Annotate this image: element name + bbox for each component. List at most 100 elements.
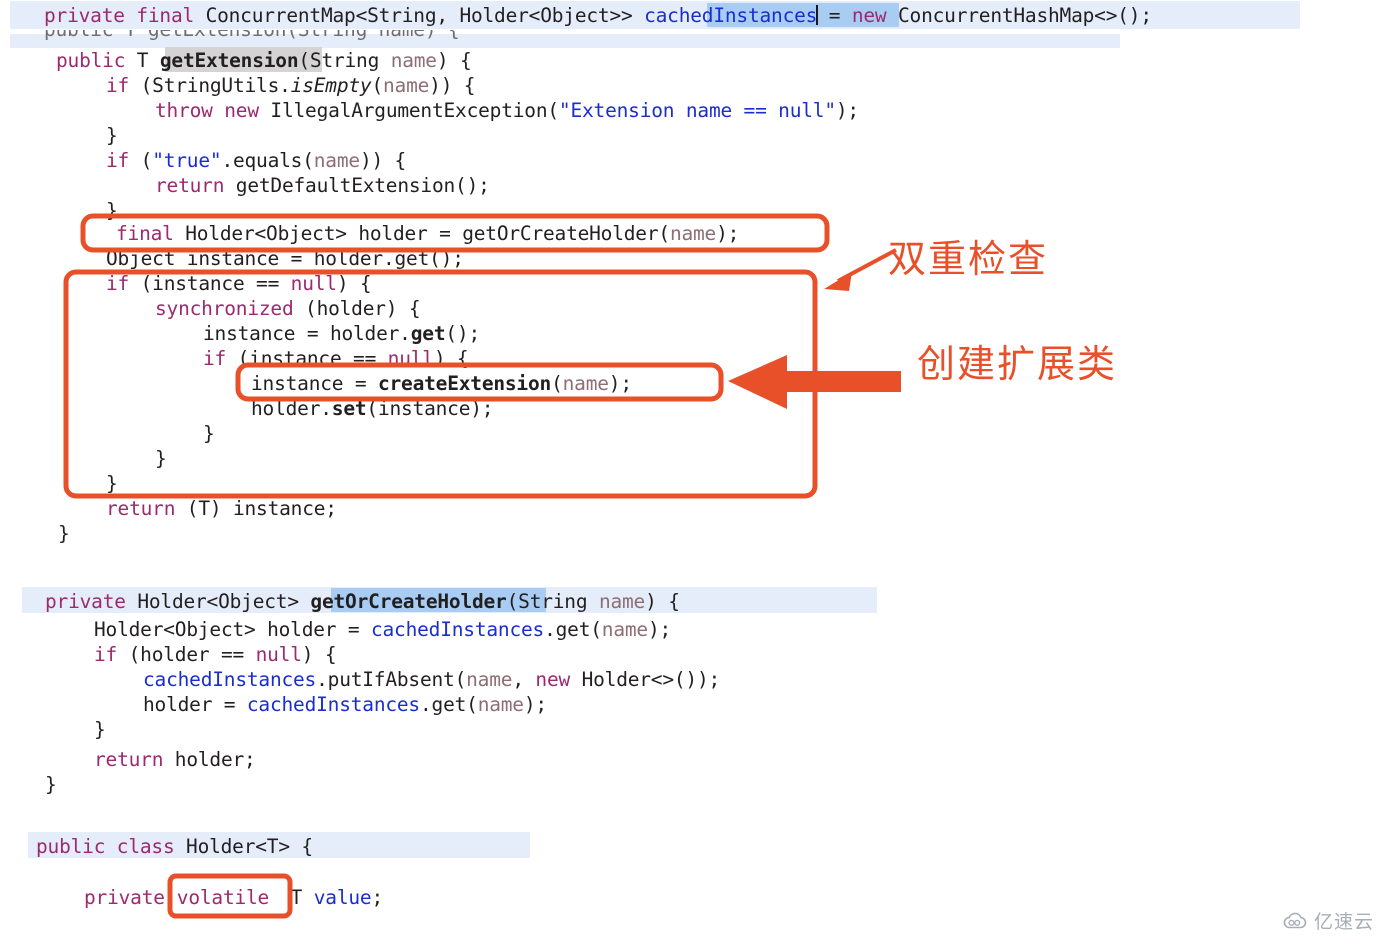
token-keyword-if: if: [106, 74, 130, 97]
token-method-isempty: isEmpty: [290, 74, 372, 97]
watermark: 亿速云: [1282, 907, 1374, 934]
token-punct: }: [106, 124, 118, 147]
code-line-close-brace[interactable]: }: [106, 471, 118, 496]
token-keyword-if: if: [106, 149, 130, 172]
token-param-name: name: [598, 590, 646, 613]
code-line-close-brace[interactable]: }: [155, 446, 167, 471]
code-line-return-instance[interactable]: return (T) instance;: [106, 496, 337, 521]
token-punct: }: [45, 773, 57, 796]
token-punct: );: [647, 618, 672, 641]
code-line-method-close[interactable]: }: [45, 772, 57, 797]
token-method-createextension: createExtension: [377, 372, 552, 395]
token-type: (StringUtils.: [129, 74, 291, 97]
token-punct: ) {: [301, 643, 337, 666]
code-line-outer-null-check[interactable]: if (instance == null) {: [106, 271, 372, 296]
code-line-holder-set[interactable]: holder.set(instance);: [251, 396, 494, 421]
code-line-return-default[interactable]: return getDefaultExtension();: [155, 173, 490, 198]
token-string-literal: "true": [152, 149, 222, 172]
token-punct: ,: [512, 668, 536, 691]
token-param-name: name: [466, 668, 513, 691]
token-keyword-if: if: [106, 272, 130, 295]
token-punct: );: [835, 99, 859, 122]
code-line-holder-null-check[interactable]: if (holder == null) {: [94, 642, 337, 667]
token-param-name: name: [601, 618, 648, 641]
token-punct: (instance);: [366, 397, 494, 420]
token-punct: ;: [371, 886, 383, 909]
token-expr: (instance ==: [226, 347, 388, 370]
token-expr: instance =: [251, 372, 378, 395]
token-param-name: name: [477, 693, 524, 716]
token-method-getorcreateholder: getOrCreateHolder: [310, 590, 507, 613]
code-line-volatile-field[interactable]: private volatile T value;: [84, 885, 383, 910]
token-keyword-return: return: [106, 497, 176, 520]
token-type-holder: Holder<>());: [570, 668, 721, 691]
token-type: (String: [298, 49, 391, 72]
code-line-getorcreateholder-call[interactable]: final Holder<Object> holder = getOrCreat…: [116, 221, 739, 246]
cloud-icon: [1283, 912, 1307, 928]
token-keyword-throw-new: throw new: [155, 99, 259, 122]
code-line-instance-reread[interactable]: instance = holder.get();: [203, 321, 480, 346]
token-string-literal: "Extension name == null": [558, 99, 836, 122]
code-line-declaration[interactable]: private final ConcurrentMap<String, Hold…: [44, 3, 1152, 28]
token-method-equals: .equals(: [221, 149, 314, 172]
code-line-close-brace[interactable]: }: [94, 717, 106, 742]
token-type-holder: Holder<Object> holder =: [94, 618, 371, 641]
code-line-getorcreateholder-signature[interactable]: private Holder<Object> getOrCreateHolder…: [45, 589, 680, 614]
code-line-holder-reread[interactable]: holder = cachedInstances.get(name);: [143, 692, 547, 717]
token-punct: }: [106, 199, 118, 222]
code-line-getextension-signature[interactable]: public T getExtension(String name) {: [56, 48, 472, 73]
token-keyword-new: new: [851, 4, 887, 27]
token-punct: }: [106, 472, 118, 495]
token-keyword-public: public: [56, 49, 126, 72]
token-expr: (instance ==: [129, 272, 291, 295]
token-punct: }: [203, 422, 215, 445]
token-type-holder: Holder<T> {: [174, 835, 313, 858]
code-line-isempty-check[interactable]: if (StringUtils.isEmpty(name)) {: [106, 73, 476, 98]
code-line-instance-get[interactable]: Object instance = holder.get();: [106, 246, 464, 271]
annotation-label-double-check: 双重检查: [888, 237, 1049, 281]
token-expr: instance = holder.: [203, 322, 411, 345]
code-line-holder-class-declaration[interactable]: public class Holder<T> {: [36, 834, 313, 859]
token-method-get: .get(: [544, 618, 602, 641]
code-line-method-close[interactable]: }: [58, 521, 70, 546]
token-keyword-public-class: public class: [36, 835, 175, 858]
token-method-get: get: [410, 322, 446, 345]
code-line-true-equals[interactable]: if ("true".equals(name)) {: [106, 148, 406, 173]
token-field-cachedinstances: cachedInstances: [143, 668, 317, 691]
code-line-putifabsent[interactable]: cachedInstances.putIfAbsent(name, new Ho…: [143, 667, 720, 692]
code-line-createextension[interactable]: instance = createExtension(name);: [251, 371, 632, 396]
code-line-close-brace[interactable]: }: [106, 198, 118, 223]
token-type: (String: [506, 590, 599, 613]
token-punct: );: [716, 222, 740, 245]
code-line-holder-lookup[interactable]: Holder<Object> holder = cachedInstances.…: [94, 617, 671, 642]
code-line-throw[interactable]: throw new IllegalArgumentException("Exte…: [155, 98, 859, 123]
code-canvas: private final ConcurrentMap<String, Hold…: [0, 0, 1388, 948]
token-keyword-private: private: [45, 590, 126, 613]
token-punct: ();: [445, 322, 480, 345]
token-keyword-synchronized: synchronized: [155, 297, 294, 320]
code-line-close-brace[interactable]: }: [106, 123, 118, 148]
token-param-name: name: [390, 49, 437, 72]
code-line-return-holder[interactable]: return holder;: [94, 747, 256, 772]
token-keyword: private: [44, 4, 125, 27]
token-punct: )) {: [359, 149, 407, 172]
code-line-inner-null-check[interactable]: if (instance == null) {: [203, 346, 469, 371]
token-field-cachedinstances: cachedInstances: [644, 4, 818, 27]
token-punct: );: [608, 372, 632, 395]
token-param-name: name: [669, 222, 717, 245]
token-keyword-final: final: [116, 222, 174, 245]
code-line-synchronized[interactable]: synchronized (holder) {: [155, 296, 421, 321]
clipped-ghost-line: public T getExtension(String name) {: [44, 30, 1204, 42]
token-keyword-new: new: [535, 668, 571, 691]
token-keyword-null: null: [290, 272, 337, 295]
token-type: T: [125, 49, 160, 72]
token-keyword-volatile: volatile: [176, 886, 270, 909]
code-line-close-brace[interactable]: }: [203, 421, 215, 446]
token-method-set: set: [331, 397, 367, 420]
token-param-name: name: [562, 372, 609, 395]
token-keyword: final: [124, 4, 206, 27]
token-punct: ) {: [336, 272, 372, 295]
annotation-label-create-extension-class: 创建扩展类: [917, 342, 1118, 386]
token-keyword-null: null: [255, 643, 302, 666]
token-expr: holder.: [251, 397, 332, 420]
